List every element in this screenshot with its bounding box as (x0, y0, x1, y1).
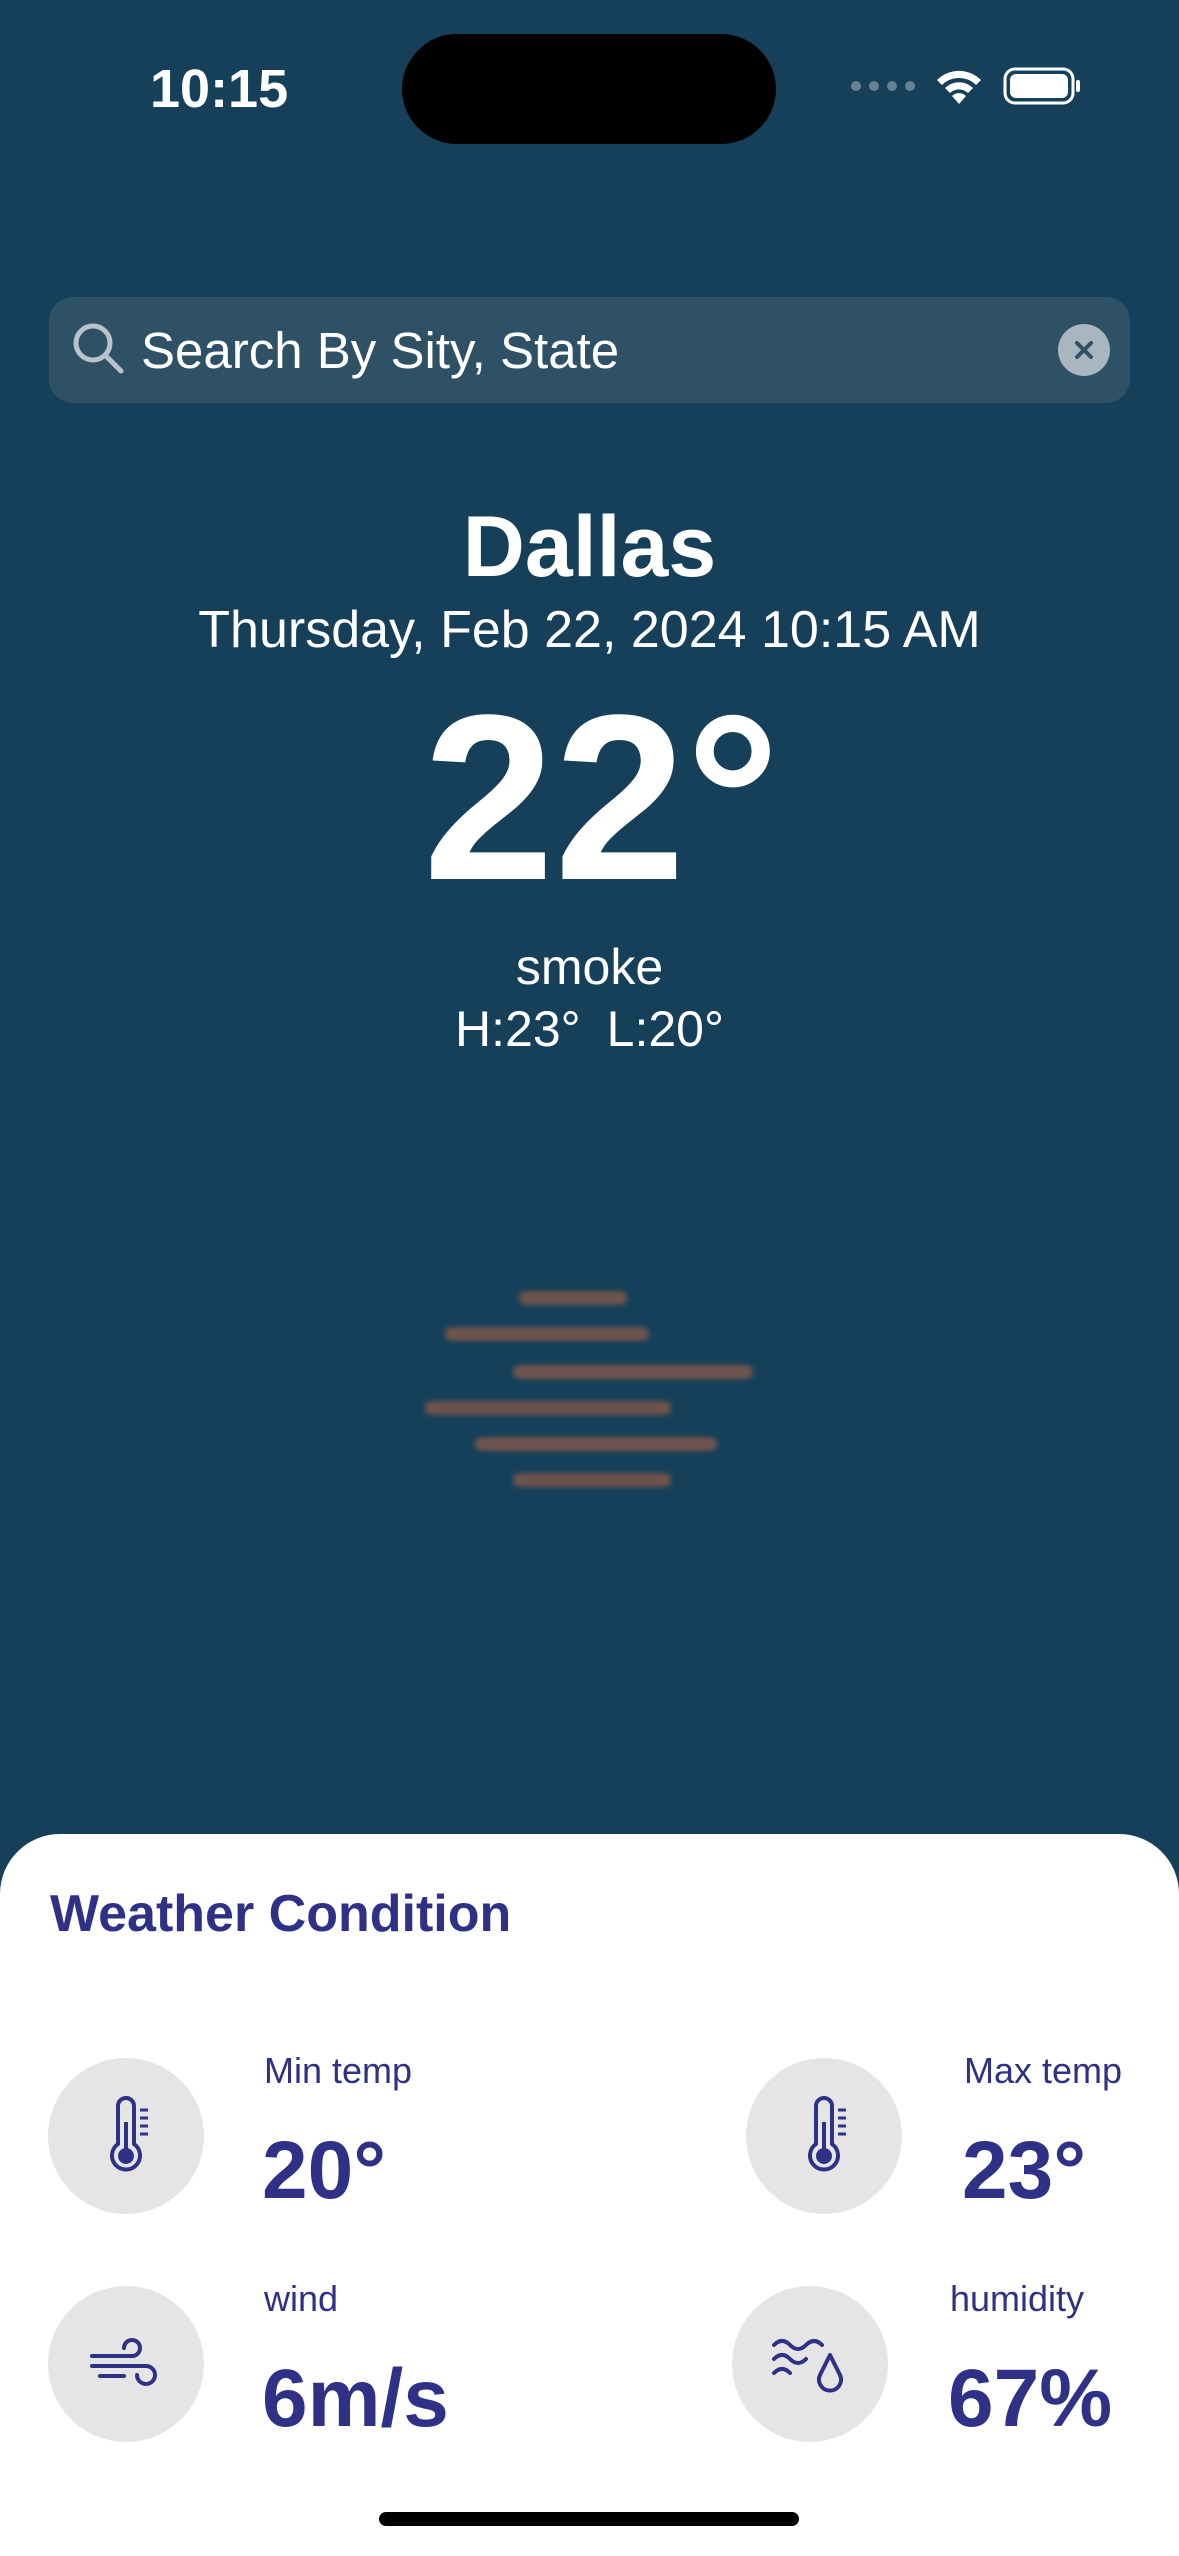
temperature-value: 22° (423, 666, 780, 930)
city-name: Dallas (462, 499, 717, 595)
cellular-signal-icon (851, 81, 915, 91)
high-temp: H:23° (455, 1001, 581, 1057)
search-icon (71, 321, 127, 382)
min-temp-icon-circle (48, 2058, 204, 2214)
min-temp-value: 20° (262, 2125, 387, 2216)
sheet-title: Weather Condition (50, 1885, 512, 1943)
search-input[interactable] (141, 315, 1041, 385)
humidity-label: humidity (950, 2278, 1085, 2319)
close-icon (1075, 341, 1093, 359)
date-time: Thursday, Feb 22, 2024 10:15 AM (198, 601, 981, 659)
humidity-icon (772, 2339, 843, 2393)
smoke-icon (420, 1280, 760, 1515)
home-indicator[interactable] (379, 2512, 799, 2526)
humidity-icon-circle (732, 2286, 888, 2442)
wifi-icon (933, 66, 985, 106)
max-temp-value: 23° (962, 2125, 1087, 2216)
weather-condition-sheet: Weather Condition Min temp 20° Max temp … (0, 1834, 1179, 2556)
dynamic-island (402, 34, 776, 144)
thermometer-icon (110, 2096, 148, 2172)
wind-label: wind (264, 2278, 339, 2319)
search-bar[interactable] (49, 297, 1130, 403)
status-time: 10:15 (150, 59, 289, 119)
max-temp-label: Max temp (964, 2050, 1123, 2091)
wind-icon (90, 2338, 157, 2386)
wind-value: 6m/s (262, 2353, 449, 2444)
current-temperature: 22° (0, 680, 1179, 916)
status-indicators (851, 64, 1083, 108)
humidity-value: 67% (948, 2353, 1113, 2444)
low-temp: L:20° (606, 1001, 724, 1057)
wind-icon-circle (48, 2286, 204, 2442)
high-low: H:23° L:20° (0, 1000, 1179, 1058)
condition-text: smoke (515, 939, 664, 995)
min-temp-label: Min temp (264, 2050, 413, 2091)
max-temp-icon-circle (746, 2058, 902, 2214)
battery-icon (1003, 66, 1083, 106)
thermometer-icon (808, 2096, 846, 2172)
clear-search-button[interactable] (1058, 324, 1110, 376)
